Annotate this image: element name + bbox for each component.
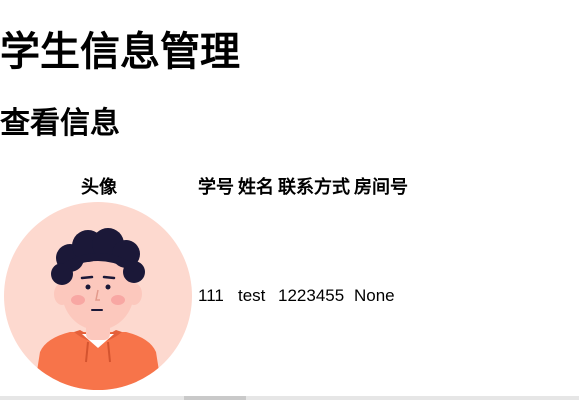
cell-contact: 1223455	[278, 286, 345, 305]
avatar-cell	[4, 202, 194, 390]
horizontal-scrollbar[interactable]	[0, 396, 579, 400]
cell-student-id: 111	[198, 286, 224, 305]
scrollbar-thumb[interactable]	[184, 396, 246, 400]
column-header-student-id: 学号	[198, 177, 234, 198]
section-title: 查看信息	[0, 106, 120, 141]
table-row: 111 test 1223455 None	[4, 202, 408, 390]
table-header-row: 头像 学号 姓名 联系方式 房间号	[4, 172, 408, 200]
column-header-contact: 联系方式	[278, 177, 350, 198]
page: 学生信息管理 查看信息 头像 学号 姓名 联系方式 房间号 111 test 1…	[0, 0, 579, 400]
column-header-room: 房间号	[354, 177, 408, 198]
cell-room: None	[354, 286, 395, 305]
student-avatar-icon	[4, 202, 192, 390]
page-title: 学生信息管理	[0, 29, 240, 75]
student-table: 头像 学号 姓名 联系方式 房间号 111 test 1223455 None	[0, 170, 412, 392]
column-header-avatar: 头像	[81, 177, 117, 198]
column-header-name: 姓名	[238, 177, 274, 198]
cell-name: test	[238, 286, 266, 305]
